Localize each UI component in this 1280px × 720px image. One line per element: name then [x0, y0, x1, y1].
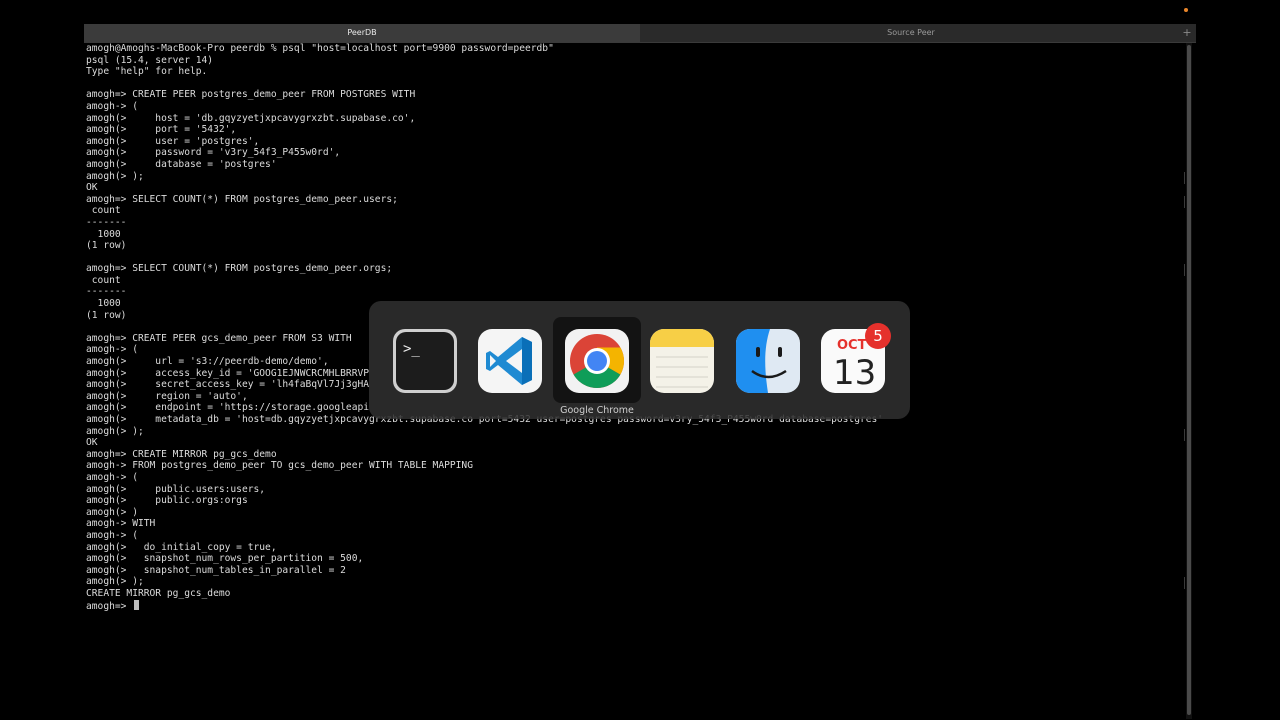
chrome-icon[interactable]: [563, 327, 631, 395]
selected-app-label: Google Chrome: [560, 405, 634, 416]
terminal-line: amogh(> snapshot_num_tables_in_parallel …: [86, 564, 346, 576]
terminal-line: amogh@Amoghs-MacBook-Pro peerdb % psql "…: [86, 43, 554, 54]
tab-source-peer[interactable]: Source Peer: [641, 24, 1181, 42]
terminal-line: amogh-> (: [86, 529, 138, 541]
terminal-line: amogh(> );: [86, 170, 144, 182]
calendar-day: 13: [833, 353, 876, 393]
terminal-line: amogh-> (: [86, 471, 138, 483]
finder-icon[interactable]: [734, 327, 802, 395]
new-tab-button[interactable]: +: [1180, 24, 1194, 42]
scroll-marker: [1184, 172, 1185, 184]
terminal-prompt-glyph: >_: [403, 341, 420, 357]
terminal-line: amogh=> SELECT COUNT(*) FROM postgres_de…: [86, 263, 393, 275]
terminal-line: count: [86, 205, 121, 217]
terminal-line: amogh(> port = '5432',: [86, 124, 237, 136]
terminal-line: CREATE MIRROR pg_gcs_demo: [86, 587, 231, 599]
terminal-line: amogh(> public.users:users,: [86, 483, 266, 495]
notes-icon[interactable]: [648, 327, 716, 395]
terminal-line: amogh-> WITH: [86, 518, 156, 530]
terminal-icon[interactable]: >_: [391, 327, 459, 395]
terminal-line: amogh(> password = 'v3ry_54f3_P455w0rd',: [86, 147, 341, 159]
scrollbar-thumb[interactable]: [1187, 45, 1191, 715]
terminal-line: amogh=> SELECT COUNT(*) FROM postgres_de…: [86, 193, 398, 205]
terminal-line: -------: [86, 286, 127, 298]
app-switcher: >_ OCT 13 5 Google Chrome: [369, 301, 910, 419]
terminal-line: amogh(> host = 'db.gqyzyetjxpcavygrxzbt.…: [86, 112, 416, 124]
scroll-marker: [1184, 577, 1185, 589]
terminal-line: amogh-> (: [86, 100, 138, 112]
terminal-line: amogh(> );: [86, 425, 144, 437]
tab-peerdb[interactable]: PeerDB: [84, 24, 640, 42]
terminal-line: amogh(> database = 'postgres': [86, 158, 277, 170]
notification-dot: [1184, 8, 1188, 12]
terminal-prompt: amogh=>: [86, 600, 133, 612]
terminal-line: amogh(> );: [86, 576, 144, 588]
calendar-badge: 5: [865, 323, 891, 349]
terminal-line: amogh(> do_initial_copy = true,: [86, 541, 277, 553]
terminal-line: Type "help" for help.: [86, 66, 208, 78]
terminal-line: amogh=> CREATE PEER postgres_demo_peer F…: [86, 89, 416, 101]
terminal-line: -------: [86, 216, 127, 228]
scrollbar[interactable]: [1186, 43, 1192, 719]
terminal-line: amogh(> ): [86, 506, 138, 518]
vscode-icon[interactable]: [476, 327, 544, 395]
tab-bar: PeerDB Source Peer +: [84, 24, 1196, 43]
terminal-line: amogh(> public.orgs:orgs: [86, 495, 248, 507]
terminal-line: OK: [86, 182, 98, 194]
terminal-line: amogh(> snapshot_num_rows_per_partition …: [86, 553, 364, 565]
terminal-line: amogh(> user = 'postgres',: [86, 135, 260, 147]
terminal-line: (1 row): [86, 240, 127, 252]
terminal-line: 1000: [86, 228, 121, 240]
calendar-month: OCT: [837, 338, 867, 353]
terminal-line: OK: [86, 437, 98, 449]
terminal-line: psql (15.4, server 14): [86, 54, 214, 66]
scroll-marker: [1184, 429, 1185, 441]
terminal-line: amogh-> FROM postgres_demo_peer TO gcs_d…: [86, 460, 473, 472]
terminal-prompt-line: amogh=>: [86, 599, 1180, 612]
terminal-line: amogh=> CREATE MIRROR pg_gcs_demo: [86, 448, 277, 460]
scroll-marker: [1184, 264, 1185, 276]
terminal-line: count: [86, 274, 121, 286]
scroll-marker: [1184, 196, 1185, 208]
terminal-cursor: [134, 599, 140, 610]
